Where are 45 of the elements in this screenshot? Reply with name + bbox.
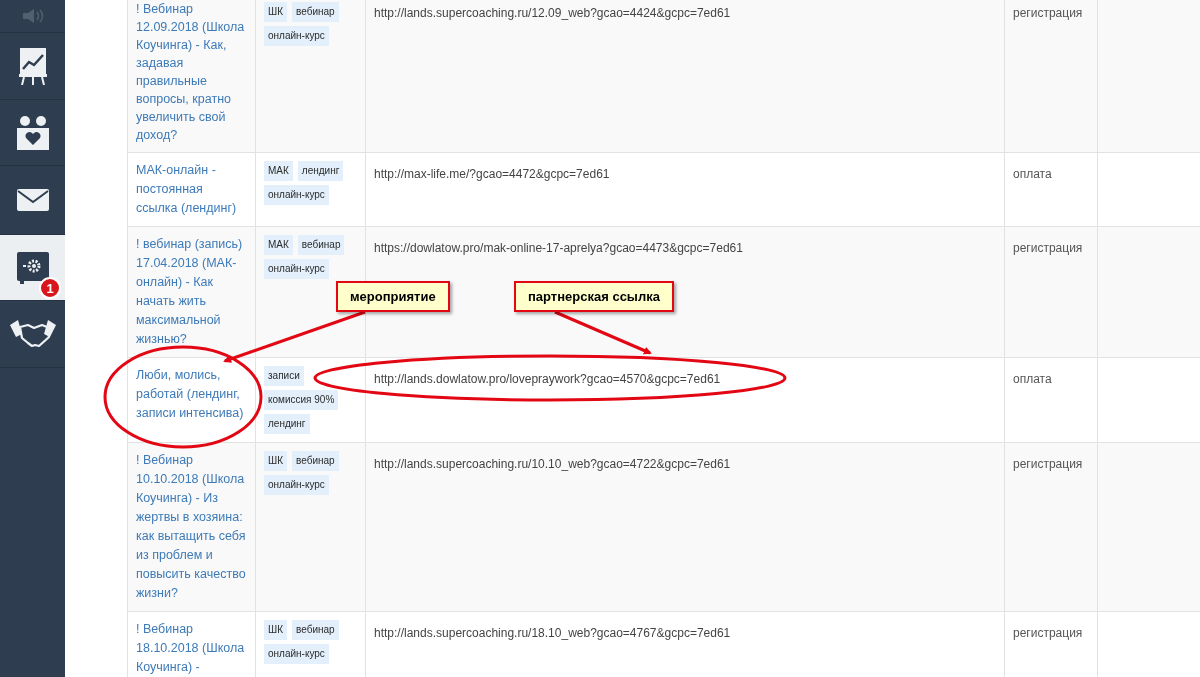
event-link[interactable]: ! Вебинар 18.10.2018 (Школа Коучинга) - <box>136 620 247 677</box>
tag: лендинг <box>264 414 310 434</box>
tag: онлайн-курс <box>264 259 329 279</box>
tag: онлайн-курс <box>264 644 329 664</box>
tag: онлайн-курс <box>264 26 329 46</box>
callout-label: партнерская ссылка <box>514 281 674 312</box>
notification-badge: 1 <box>39 277 61 299</box>
tag: ШК <box>264 2 287 22</box>
tag: вебинар <box>292 2 339 22</box>
mail-icon <box>16 189 49 211</box>
sidebar-item[interactable]: 1 <box>0 235 65 301</box>
link-type: оплата <box>1013 372 1052 386</box>
tag: МАК <box>264 235 293 255</box>
tag: лендинг <box>297 161 344 181</box>
link-type: регистрация <box>1013 626 1083 640</box>
tag: онлайн-курс <box>264 185 329 205</box>
partner-url: http://lands.dowlatow.pro/lovepraywork?gcao=4570&gcpc=7ed61 <box>374 372 721 386</box>
presentation-chart-icon <box>18 47 47 85</box>
link-type: регистрация <box>1013 457 1083 471</box>
partner-url: http://lands.supercoaching.ru/12.09_web?gcao=4424&gcpc=7ed61 <box>374 6 731 20</box>
tag: записи <box>264 366 304 386</box>
tag: ШК <box>264 620 287 640</box>
speaker-icon <box>20 9 45 23</box>
event-link[interactable]: ! Вебинар 10.10.2018 (Школа Коучинга) - Из жертвы в хозяина: как вытащить себя из проблем и повысить качество жизни? <box>136 451 247 603</box>
partner-url: http://max-life.me/?gcao=4472&gcpc=7ed61 <box>374 167 610 181</box>
partner-url: http://lands.supercoaching.ru/18.10_web?gcao=4767&gcpc=7ed61 <box>374 626 731 640</box>
link-type: регистрация <box>1013 241 1083 255</box>
link-type: оплата <box>1013 167 1052 181</box>
tag: комиссия 90% <box>264 390 339 410</box>
tag: вебинар <box>292 451 339 471</box>
tag: вебинар <box>292 620 339 640</box>
partner-url: https://dowlatow.pro/mak-online-17-aprelya?gcao=4473&gcpc=7ed61 <box>374 241 743 255</box>
event-link[interactable]: ! вебинар (запись) 17.04.2018 (МАК-онлайн) - Как начать жить максимальной жизнью? <box>136 235 247 349</box>
tag: МАК <box>264 161 293 181</box>
safe-icon <box>16 251 49 284</box>
event-link[interactable]: МАК-онлайн - постоянная ссылка (лендинг) <box>136 161 247 218</box>
family-heart-icon <box>16 115 49 150</box>
tag: вебинар <box>297 235 345 255</box>
event-link[interactable]: ! Вебинар 12.09.2018 (Школа Коучинга) - Как, задавая правильные вопросы, кратно увеличить свой доход? <box>136 0 247 144</box>
event-link[interactable]: Люби, молись, работай (лендинг, записи интенсива) <box>136 366 247 423</box>
tag: онлайн-курс <box>264 475 329 495</box>
partner-url: http://lands.supercoaching.ru/10.10_web?gcao=4722&gcpc=7ed61 <box>374 457 731 471</box>
tag: ШК <box>264 451 287 471</box>
link-type: регистрация <box>1013 6 1083 20</box>
callout-label: мероприятие <box>336 281 450 312</box>
